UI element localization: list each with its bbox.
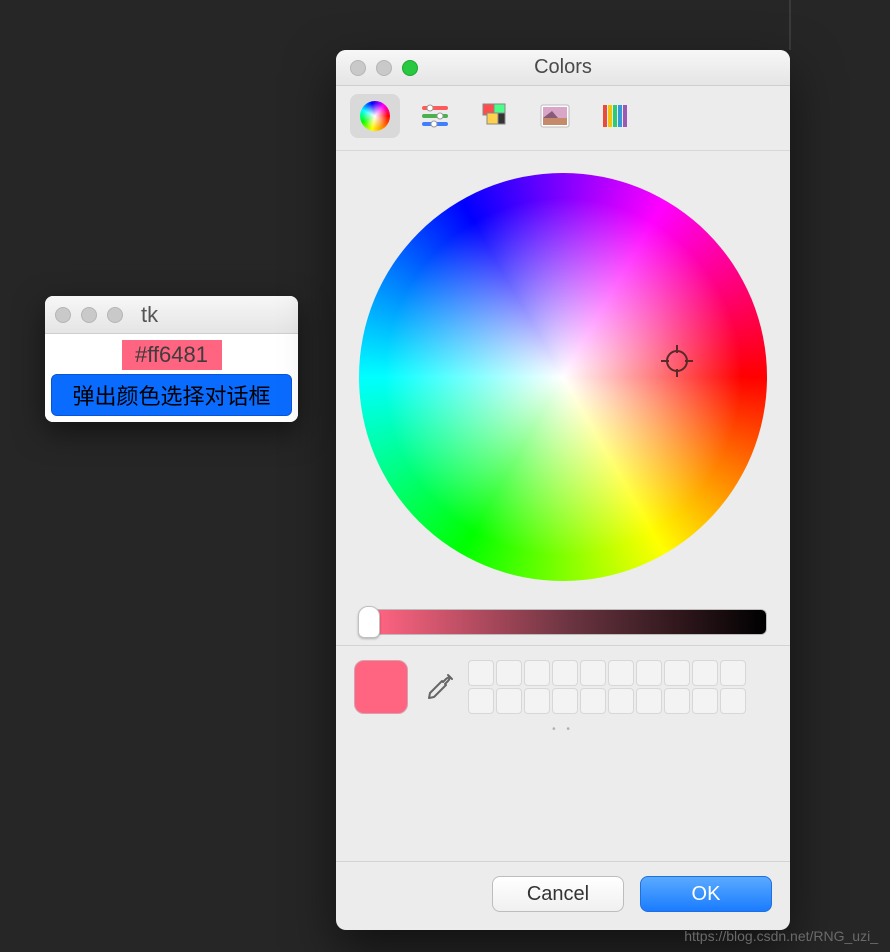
wheel-area [336, 151, 790, 645]
tab-image[interactable] [530, 94, 580, 138]
zoom-icon[interactable] [402, 60, 418, 76]
pencils-icon [598, 99, 632, 133]
brightness-knob[interactable] [358, 606, 380, 638]
tab-color-wheel[interactable] [350, 94, 400, 138]
traffic-lights [55, 307, 123, 323]
swatch-bar [336, 645, 790, 720]
picker-mode-tabs [336, 86, 790, 151]
current-color-swatch[interactable] [354, 660, 408, 714]
minimize-icon[interactable] [81, 307, 97, 323]
dialog-buttons: Cancel OK [336, 861, 790, 930]
pager-dots: • • [336, 724, 790, 735]
minimize-icon[interactable] [376, 60, 392, 76]
tk-window: tk #ff6481 弹出颜色选择对话框 [45, 296, 298, 422]
zoom-icon[interactable] [107, 307, 123, 323]
cancel-button[interactable]: Cancel [492, 876, 624, 912]
image-icon [538, 99, 572, 133]
open-color-dialog-button[interactable]: 弹出颜色选择对话框 [51, 374, 292, 416]
color-wheel-icon [358, 99, 392, 133]
tk-body: #ff6481 弹出颜色选择对话框 [45, 334, 298, 422]
tk-title: tk [141, 302, 158, 328]
brightness-slider[interactable] [359, 609, 767, 635]
tab-sliders[interactable] [410, 94, 460, 138]
sliders-icon [418, 99, 452, 133]
colors-dialog: Colors [336, 50, 790, 930]
crosshair-icon [661, 345, 693, 377]
color-wheel[interactable] [359, 173, 767, 581]
tk-titlebar[interactable]: tk [45, 296, 298, 334]
ok-button[interactable]: OK [640, 876, 772, 912]
close-icon[interactable] [350, 60, 366, 76]
watermark-text: https://blog.csdn.net/RNG_uzi_ [684, 928, 878, 944]
saved-swatches-grid[interactable] [468, 660, 746, 714]
palettes-icon [478, 99, 512, 133]
tab-pencils[interactable] [590, 94, 640, 138]
colors-titlebar[interactable]: Colors [336, 50, 790, 86]
eyedropper-icon[interactable] [422, 672, 454, 704]
traffic-lights [350, 60, 418, 76]
selected-hex-label: #ff6481 [122, 340, 222, 370]
tab-palettes[interactable] [470, 94, 520, 138]
close-icon[interactable] [55, 307, 71, 323]
